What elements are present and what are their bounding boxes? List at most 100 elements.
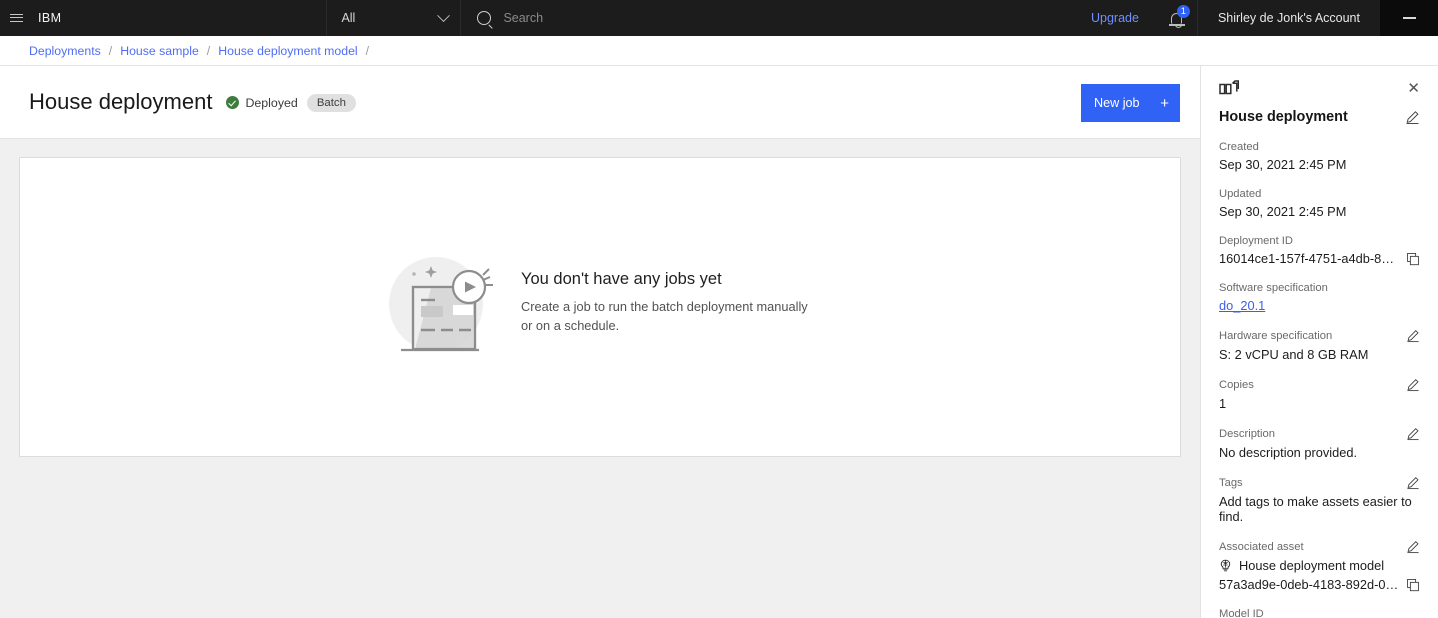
new-job-button[interactable]: New job + bbox=[1081, 84, 1180, 122]
panel-header: ✕ bbox=[1219, 80, 1420, 98]
field-associated-asset: Associated asset House deployment model … bbox=[1219, 540, 1420, 592]
field-created-head: Created bbox=[1219, 141, 1420, 153]
edit-pencil-icon[interactable] bbox=[1405, 110, 1420, 125]
field-tags: Tags Add tags to make assets easier to f… bbox=[1219, 476, 1420, 524]
empty-state-heading: You don't have any jobs yet bbox=[521, 270, 722, 289]
brand-logo[interactable]: IBM bbox=[28, 0, 61, 36]
field-tags-head: Tags bbox=[1219, 476, 1420, 490]
field-model-id-head: Model ID bbox=[1219, 608, 1420, 618]
panel-title: House deployment bbox=[1219, 109, 1348, 125]
breadcrumb-item-house-deployment-model[interactable]: House deployment model bbox=[218, 44, 357, 58]
account-label: Shirley de Jonk's Account bbox=[1217, 11, 1360, 25]
no-jobs-illustration bbox=[389, 257, 493, 352]
breadcrumb-separator-trailing: / bbox=[365, 43, 370, 58]
edit-pencil-icon[interactable] bbox=[1406, 378, 1420, 392]
minimize-button[interactable] bbox=[1380, 0, 1438, 36]
field-model-id: Model ID 57a3ad9e-0deb-4183-892d-0575... bbox=[1219, 608, 1420, 618]
chevron-down-icon bbox=[437, 8, 451, 22]
field-software-specification-label: Software specification bbox=[1219, 282, 1328, 294]
field-copies: Copies 1 bbox=[1219, 378, 1420, 411]
new-job-label: New job bbox=[1094, 96, 1140, 110]
edit-pencil-icon[interactable] bbox=[1406, 540, 1420, 554]
field-model-id-label: Model ID bbox=[1219, 608, 1264, 618]
notifications-button[interactable]: 1 bbox=[1157, 0, 1197, 36]
empty-state: You don't have any jobs yet Create a job… bbox=[379, 242, 821, 364]
field-deployment-id-value: 16014ce1-157f-4751-a4db-82b9... bbox=[1219, 251, 1400, 266]
model-asset-icon bbox=[1220, 559, 1231, 572]
field-updated-value: Sep 30, 2021 2:45 PM bbox=[1219, 204, 1347, 219]
edit-pencil-icon[interactable] bbox=[1406, 329, 1420, 343]
field-software-specification-head: Software specification bbox=[1219, 282, 1420, 294]
jobs-empty-card: You don't have any jobs yet Create a job… bbox=[19, 157, 1181, 457]
field-created-value: Sep 30, 2021 2:45 PM bbox=[1219, 157, 1347, 172]
field-associated-asset-head: Associated asset bbox=[1219, 540, 1420, 554]
field-deployment-id-label: Deployment ID bbox=[1219, 235, 1293, 247]
associated-asset-id-value: 57a3ad9e-0deb-4183-892d-0575... bbox=[1219, 577, 1400, 592]
breadcrumb-item-deployments[interactable]: Deployments bbox=[29, 44, 101, 58]
field-copies-value: 1 bbox=[1219, 396, 1227, 411]
field-updated-head: Updated bbox=[1219, 188, 1420, 200]
plus-icon: + bbox=[1160, 94, 1169, 112]
breadcrumb-item-house-sample[interactable]: House sample bbox=[120, 44, 199, 58]
global-header: IBM All Upgrade 1 Shirley de Jonk's Acco… bbox=[0, 0, 1438, 36]
upgrade-label: Upgrade bbox=[1090, 11, 1139, 25]
field-description: Description No description provided. bbox=[1219, 427, 1420, 460]
search-icon bbox=[477, 11, 492, 25]
page-title-group: House deployment Deployed Batch bbox=[0, 89, 356, 115]
associated-asset-name: House deployment model bbox=[1239, 558, 1385, 573]
edit-pencil-icon[interactable] bbox=[1406, 476, 1420, 490]
breadcrumb: Deployments / House sample / House deplo… bbox=[0, 44, 377, 58]
hamburger-icon bbox=[9, 13, 23, 23]
field-hardware-specification: Hardware specification S: 2 vCPU and 8 G… bbox=[1219, 329, 1420, 362]
field-copies-label: Copies bbox=[1219, 379, 1254, 391]
panel-title-row: House deployment bbox=[1219, 109, 1420, 125]
field-description-label: Description bbox=[1219, 428, 1275, 440]
associated-asset-line[interactable]: House deployment model bbox=[1219, 558, 1420, 573]
field-tags-label: Tags bbox=[1219, 477, 1243, 489]
close-icon[interactable]: ✕ bbox=[1407, 81, 1420, 96]
notification-count-badge: 1 bbox=[1176, 5, 1190, 18]
breadcrumb-separator: / bbox=[108, 43, 113, 58]
copy-icon[interactable] bbox=[1406, 578, 1420, 592]
status-badge: Deployed bbox=[226, 95, 298, 110]
global-search[interactable] bbox=[461, 0, 1073, 36]
field-deployment-id: Deployment ID 16014ce1-157f-4751-a4db-82… bbox=[1219, 235, 1420, 266]
field-hardware-specification-head: Hardware specification bbox=[1219, 329, 1420, 343]
associated-asset-id-row: 57a3ad9e-0deb-4183-892d-0575... bbox=[1219, 577, 1420, 592]
brand-label: IBM bbox=[38, 11, 62, 25]
account-menu[interactable]: Shirley de Jonk's Account bbox=[1196, 0, 1380, 36]
status-group: Deployed Batch bbox=[226, 93, 356, 112]
field-associated-asset-label: Associated asset bbox=[1219, 541, 1304, 553]
field-copies-head: Copies bbox=[1219, 378, 1420, 392]
deployment-type-tag: Batch bbox=[306, 93, 356, 112]
field-description-head: Description bbox=[1219, 427, 1420, 441]
copy-icon[interactable] bbox=[1406, 252, 1420, 266]
field-hardware-specification-label: Hardware specification bbox=[1219, 330, 1333, 342]
field-tags-value: Add tags to make assets easier to find. bbox=[1219, 494, 1412, 524]
status-label: Deployed bbox=[245, 95, 298, 110]
edit-pencil-icon[interactable] bbox=[1406, 427, 1420, 441]
hamburger-menu-button[interactable] bbox=[4, 0, 28, 36]
field-created: Created Sep 30, 2021 2:45 PM bbox=[1219, 141, 1420, 172]
field-software-specification: Software specification do_20.1 bbox=[1219, 282, 1420, 313]
upgrade-link[interactable]: Upgrade bbox=[1073, 0, 1157, 36]
search-input[interactable] bbox=[503, 11, 1073, 25]
breadcrumb-separator: / bbox=[206, 43, 211, 58]
field-hardware-specification-value: S: 2 vCPU and 8 GB RAM bbox=[1219, 347, 1369, 362]
field-software-specification-value[interactable]: do_20.1 bbox=[1219, 298, 1420, 313]
field-created-label: Created bbox=[1219, 141, 1259, 153]
main-content: You don't have any jobs yet Create a job… bbox=[0, 139, 1200, 618]
breadcrumb-bar: Deployments / House sample / House deplo… bbox=[0, 36, 1438, 102]
minimize-icon bbox=[1402, 17, 1416, 19]
empty-state-text: You don't have any jobs yet Create a job… bbox=[521, 270, 821, 335]
information-panel: ✕ House deployment Created Sep 30, 2021 … bbox=[1200, 66, 1438, 618]
field-deployment-id-row: 16014ce1-157f-4751-a4db-82b9... bbox=[1219, 251, 1420, 266]
field-description-value: No description provided. bbox=[1219, 445, 1357, 460]
field-updated-label: Updated bbox=[1219, 188, 1262, 200]
checkmark-filled-icon bbox=[226, 96, 240, 109]
page-title: House deployment bbox=[29, 89, 213, 114]
header-spacer bbox=[61, 0, 326, 36]
empty-state-description: Create a job to run the batch deployment… bbox=[521, 299, 808, 333]
page-header: House deployment Deployed Batch New job … bbox=[0, 66, 1200, 139]
search-scope-dropdown[interactable]: All bbox=[326, 0, 462, 36]
